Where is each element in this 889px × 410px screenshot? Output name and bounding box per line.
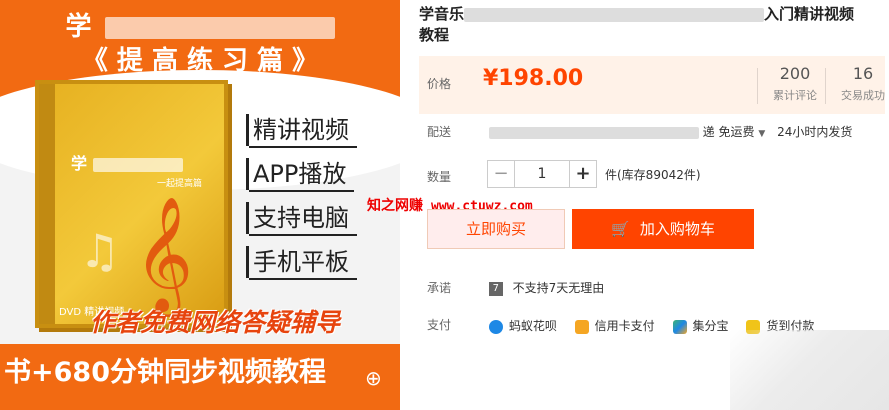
dvd-title: 学 <box>71 150 183 174</box>
promise-row: 承诺 7 不支持7天无理由 <box>427 279 604 296</box>
quantity-stepper: − 1 + 件(库存89042件) <box>487 160 701 188</box>
deals-count: 16 <box>852 64 874 83</box>
dvd-spine <box>39 84 55 324</box>
seven-day-icon: 7 <box>488 281 503 296</box>
banner-subtitle: 《 提 高 练 习 篇 》 <box>81 46 319 76</box>
reviews-label: 累计评论 <box>773 89 817 102</box>
shipping-method[interactable]: 递 免运费 <box>703 125 755 139</box>
stock-text: 件(库存89042件) <box>605 167 701 182</box>
quantity-input[interactable]: 1 <box>515 160 569 188</box>
price-label: 价格 <box>427 77 452 91</box>
shipping-time: 24小时内发货 <box>777 125 853 139</box>
credit-card-icon <box>574 319 589 334</box>
buy-now-button[interactable]: 立即购买 <box>427 209 565 249</box>
blurred-corner <box>730 330 889 410</box>
banner-top-heading: 学 <box>0 6 400 43</box>
quantity-label-wrap: 数量 <box>427 168 485 185</box>
shipping-label: 配送 <box>427 125 452 139</box>
divider <box>757 68 758 104</box>
promise-text: 不支持7天无理由 <box>512 281 605 295</box>
deals-label: 交易成功 <box>841 89 885 102</box>
quantity-increase-button[interactable]: + <box>569 160 597 188</box>
payment-credit-card[interactable]: 信用卡支付 <box>574 317 655 334</box>
shipping-row: 配送 递 免运费 ▼ 24小时内发货 <box>427 123 852 140</box>
add-to-cart-label: 加入购物车 <box>639 220 715 238</box>
huabei-icon <box>488 319 503 334</box>
author-support-text: 作者免费网络答疑辅导 <box>90 308 341 337</box>
payment-jifenbao[interactable]: 集分宝 <box>672 317 729 334</box>
product-image-banner[interactable]: 学 《 提 高 练 习 篇 》 学 一起提高篇 ♫ 𝄞 DVD 精讲视频 精讲视… <box>0 0 400 410</box>
feature-pc: 支持电脑 <box>246 202 357 236</box>
music-note-icon: ♫ <box>79 224 121 278</box>
feature-video: 精讲视频 <box>246 114 357 148</box>
dvd-box-image: 学 一起提高篇 ♫ 𝄞 DVD 精讲视频 <box>35 80 228 328</box>
blurred-text <box>104 16 335 39</box>
price-panel: 价格 ¥198.00 200 累计评论 16 交易成功 <box>419 56 885 114</box>
blurred-text <box>488 126 699 139</box>
divider <box>825 68 826 104</box>
product-title: 学音乐 入门精讲视频 教程 <box>419 5 855 44</box>
chevron-down-icon[interactable]: ▼ <box>758 129 765 139</box>
price-value: ¥198.00 <box>483 66 584 91</box>
banner-bottom-text: 书+680分钟同步视频教程 <box>4 357 326 388</box>
add-to-cart-button[interactable]: 🛒 加入购物车 <box>572 209 754 249</box>
zoom-icon[interactable]: ⊕ <box>365 366 382 390</box>
dvd-subtitle: 一起提高篇 <box>157 179 203 189</box>
payment-label: 支付 <box>427 318 452 332</box>
promise-label: 承诺 <box>427 281 452 295</box>
deals-stat: 16 交易成功 <box>825 64 889 104</box>
treble-clef-icon: 𝄞 <box>134 195 194 312</box>
reviews-stat[interactable]: 200 累计评论 <box>757 64 825 104</box>
reviews-count: 200 <box>779 64 811 83</box>
payment-huabei[interactable]: 蚂蚁花呗 <box>488 317 557 334</box>
feature-app: APP播放 <box>246 158 355 192</box>
feature-tablet: 手机平板 <box>246 246 357 280</box>
quantity-decrease-button[interactable]: − <box>487 160 515 188</box>
blurred-text <box>464 7 765 22</box>
quantity-label: 数量 <box>427 170 452 184</box>
cart-icon: 🛒 <box>611 220 630 238</box>
jifenbao-icon <box>672 319 687 334</box>
